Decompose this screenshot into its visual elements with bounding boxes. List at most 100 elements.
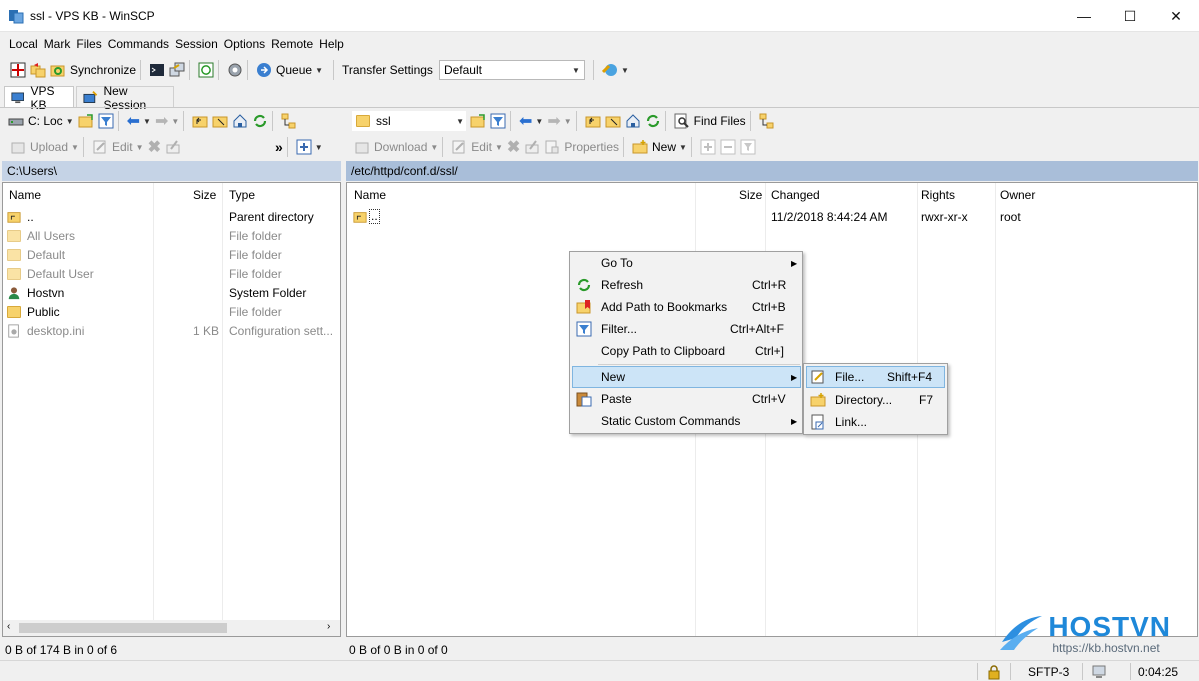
- scroll-right-icon[interactable]: ›: [327, 621, 330, 632]
- menu-item-new-file[interactable]: File... Shift+F4: [806, 366, 945, 388]
- parent-directory-button[interactable]: [585, 110, 601, 132]
- tree-toggle-button[interactable]: [759, 110, 775, 132]
- root-directory-button[interactable]: [605, 110, 621, 132]
- parent-directory-button[interactable]: [192, 110, 208, 132]
- preferences-button[interactable]: [227, 59, 243, 81]
- upload-button[interactable]: Upload ▼: [10, 136, 79, 158]
- maximize-button[interactable]: ☐: [1107, 0, 1153, 32]
- putty-button[interactable]: [169, 59, 185, 81]
- menu-item-refresh[interactable]: Refresh Ctrl+R: [572, 274, 800, 296]
- edit-button[interactable]: Edit ▼: [451, 136, 503, 158]
- left-file-list[interactable]: Name Size Type .. Parent directory All U…: [2, 182, 341, 637]
- menu-item-label: Copy Path to Clipboard: [601, 344, 726, 358]
- table-row[interactable]: desktop.ini 1 KB Configuration sett...: [7, 321, 337, 340]
- table-row[interactable]: All Users File folder: [7, 226, 337, 245]
- select-button[interactable]: [700, 136, 716, 158]
- properties-button[interactable]: Properties: [544, 136, 619, 158]
- menu-session[interactable]: Session: [172, 37, 221, 51]
- column-header-rights[interactable]: Rights: [921, 188, 955, 202]
- column-header-size[interactable]: Size: [739, 188, 762, 202]
- menu-mark[interactable]: Mark: [41, 37, 74, 51]
- scrollbar-thumb[interactable]: [19, 623, 227, 633]
- chevron-down-icon: ▼: [563, 116, 572, 126]
- table-row[interactable]: .. 11/2/2018 8:44:24 AM rwxr-xr-x root: [353, 207, 1193, 226]
- back-button[interactable]: ⬅ ▼: [127, 110, 151, 132]
- menu-local[interactable]: Local: [6, 37, 41, 51]
- table-row[interactable]: Default User File folder: [7, 264, 337, 283]
- menu-item-new-directory[interactable]: Directory... F7: [806, 389, 945, 411]
- select-all-button[interactable]: [740, 136, 756, 158]
- back-button[interactable]: ⬅ ▼: [519, 110, 543, 132]
- menu-item-go-to[interactable]: Go To ▶: [572, 252, 800, 274]
- menu-item-filter[interactable]: Filter... Ctrl+Alt+F: [572, 318, 800, 340]
- menu-item-paste[interactable]: Paste Ctrl+V: [572, 388, 800, 410]
- right-path-bar[interactable]: /etc/httpd/conf.d/ssl/: [346, 161, 1198, 181]
- menu-files[interactable]: Files: [73, 37, 104, 51]
- new-dropdown-button[interactable]: ▼: [296, 136, 323, 158]
- edit-button[interactable]: Edit ▼: [92, 136, 144, 158]
- compare-button[interactable]: [10, 59, 26, 81]
- synchronize-button[interactable]: Synchronize: [50, 59, 136, 81]
- column-header-name[interactable]: Name: [354, 188, 386, 202]
- delete-button[interactable]: ✖: [148, 136, 161, 158]
- home-directory-button[interactable]: [232, 110, 248, 132]
- new-button[interactable]: New ▼: [632, 136, 687, 158]
- refresh-button[interactable]: [252, 110, 268, 132]
- forward-button[interactable]: ➡ ▼: [547, 110, 571, 132]
- connection-indicator[interactable]: [1091, 663, 1107, 680]
- table-row[interactable]: Hostvn System Folder: [7, 283, 337, 302]
- menu-remote[interactable]: Remote: [268, 37, 316, 51]
- table-row[interactable]: Default File folder: [7, 245, 337, 264]
- menu-item-new-link[interactable]: Link...: [806, 411, 945, 433]
- horizontal-scrollbar[interactable]: ‹ ›: [3, 620, 340, 636]
- synchronize-browsing-button[interactable]: [30, 59, 46, 81]
- menu-item-add-path-to-bookmarks[interactable]: Add Path to Bookmarks Ctrl+B: [572, 296, 800, 318]
- properties-button[interactable]: [165, 136, 181, 158]
- column-header-name[interactable]: Name: [9, 188, 41, 202]
- minimize-button[interactable]: —: [1061, 0, 1107, 32]
- open-terminal-button[interactable]: [149, 59, 165, 81]
- local-drive-select[interactable]: C: Loc ▼: [8, 110, 74, 132]
- tree-toggle-button[interactable]: [281, 110, 297, 132]
- remote-dir-select[interactable]: ssl ▼: [352, 111, 466, 131]
- menu-options[interactable]: Options: [221, 37, 268, 51]
- menu-item-new[interactable]: New ▶: [572, 366, 801, 388]
- find-files-button[interactable]: Find Files: [674, 110, 746, 132]
- queue-button[interactable]: Queue ▼: [256, 59, 323, 81]
- transfer-options-button[interactable]: ▼: [601, 59, 629, 81]
- unselect-button[interactable]: [720, 136, 736, 158]
- scroll-left-icon[interactable]: ‹: [7, 621, 10, 632]
- row-type: Parent directory: [229, 209, 314, 224]
- filter-button[interactable]: [98, 110, 114, 132]
- column-header-type[interactable]: Type: [229, 188, 255, 202]
- table-row[interactable]: .. Parent directory: [7, 207, 337, 226]
- forward-button[interactable]: ➡ ▼: [155, 110, 179, 132]
- open-directory-button[interactable]: [470, 110, 486, 132]
- filter-button[interactable]: [490, 110, 506, 132]
- menu-item-static-custom-commands[interactable]: Static Custom Commands ▶: [572, 410, 800, 432]
- column-header-size[interactable]: Size: [193, 188, 216, 202]
- menu-commands[interactable]: Commands: [105, 37, 172, 51]
- paste-icon: [576, 392, 592, 407]
- refresh-all-button[interactable]: [198, 59, 214, 81]
- close-button[interactable]: ✕: [1153, 0, 1199, 32]
- home-directory-button[interactable]: [625, 110, 641, 132]
- menu-item-copy-path[interactable]: Copy Path to Clipboard Ctrl+]: [572, 340, 800, 362]
- tab-vps-kb[interactable]: VPS KB: [4, 84, 74, 112]
- column-header-changed[interactable]: Changed: [771, 188, 820, 202]
- tab-new-session[interactable]: New Session: [76, 84, 174, 112]
- encryption-indicator[interactable]: [986, 663, 1002, 680]
- delete-button[interactable]: ✖: [507, 136, 520, 158]
- root-directory-button[interactable]: [212, 110, 228, 132]
- more-chevron-icon[interactable]: »: [275, 139, 283, 155]
- open-directory-button[interactable]: [78, 110, 94, 132]
- column-header-owner[interactable]: Owner: [1000, 188, 1035, 202]
- menu-help[interactable]: Help: [316, 37, 347, 51]
- rename-button[interactable]: [524, 136, 540, 158]
- table-row[interactable]: Public File folder: [7, 302, 337, 321]
- transfer-settings-select[interactable]: Default ▼: [438, 60, 585, 80]
- download-button[interactable]: Download ▼: [354, 136, 438, 158]
- left-path-bar[interactable]: C:\Users\: [2, 161, 341, 181]
- toolbar-separator: [623, 137, 625, 157]
- refresh-button[interactable]: [645, 110, 661, 132]
